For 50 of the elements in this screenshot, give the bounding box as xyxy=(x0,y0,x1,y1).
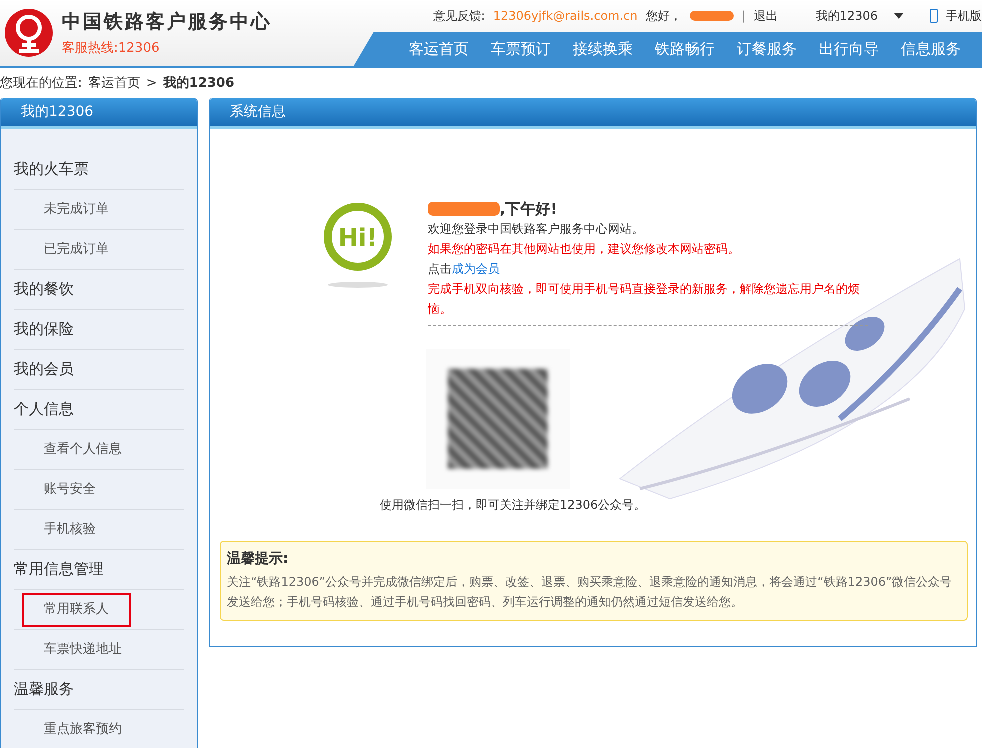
sidebar-title: 我的12306 xyxy=(1,98,197,129)
panel-title: 系统信息 xyxy=(210,98,976,129)
become-member-link[interactable]: 成为会员 xyxy=(452,262,500,276)
verify-notice: 完成手机双向核验，即可使用手机号码直接登录的新服务，解除您遗忘用户名的烦恼。 xyxy=(428,281,861,318)
nav-tab[interactable]: 订餐服务 xyxy=(726,33,808,65)
sidebar-item[interactable]: 我的保险 xyxy=(14,310,184,350)
sidebar-item[interactable]: 个人信息 xyxy=(14,390,184,430)
password-warning: 如果您的密码在其他网站也使用，建议您修改本网站密码。 xyxy=(428,241,741,258)
site-title: 中国铁路客户服务中心 xyxy=(62,10,272,35)
greeting-text: 您好， xyxy=(646,8,682,24)
railway-logo xyxy=(4,8,54,58)
breadcrumb-label: 您现在的位置: xyxy=(0,75,82,92)
sidebar-item[interactable]: 温馨服务 xyxy=(14,670,184,710)
caret-icon[interactable] xyxy=(894,13,904,19)
sidebar-item[interactable]: 我的火车票 xyxy=(14,150,184,190)
redaction-scribble xyxy=(690,11,734,21)
member-prompt: 点击 xyxy=(428,262,452,276)
sidebar-subitem[interactable]: 已完成订单 xyxy=(22,232,131,266)
mobile-link[interactable]: 手机版 xyxy=(946,8,982,24)
nav-tab[interactable]: 铁路畅行 xyxy=(644,33,726,65)
sidebar-subitem[interactable]: 重点旅客预约 xyxy=(22,712,144,746)
nav-tab[interactable]: 信息服务 xyxy=(890,33,972,65)
my-account-menu[interactable]: 我的12306 xyxy=(816,8,878,24)
logout-link[interactable]: 退出 xyxy=(754,8,778,24)
separator-text: | xyxy=(742,9,746,23)
sidebar-subitem[interactable]: 车票快递地址 xyxy=(22,632,144,666)
sidebar-subitem[interactable]: 手机核验 xyxy=(22,512,118,546)
nav-tab[interactable]: 车票预订 xyxy=(480,33,562,65)
tip-text: 关注“铁路12306”公众号并完成微信绑定后，购票、改签、退票、购买乘意险、退乘意险的通知消息，将会通过“铁路12306”微信公众号发送给您；手机号码核验、通过手机号码找回密码、列车运行调整的通知仍然通过短信发送给您。 xyxy=(227,574,954,611)
redaction-scribble xyxy=(428,202,500,216)
breadcrumb-separator: > xyxy=(146,76,158,90)
sidebar-subitem[interactable]: 账号安全 xyxy=(22,472,118,506)
breadcrumb-link[interactable]: 客运首页 xyxy=(88,74,140,92)
nav-tab[interactable]: 接续换乘 xyxy=(562,33,644,65)
sidebar-item[interactable]: 我的餐饮 xyxy=(14,270,184,310)
hotline-text: 客服热线:12306 xyxy=(62,40,161,57)
sidebar-subitem[interactable]: 未完成订单 xyxy=(22,192,131,226)
tip-title: 温馨提示: xyxy=(227,550,290,568)
welcome-text: 欢迎您登录中国铁路客户服务中心网站。 xyxy=(428,221,645,238)
qr-caption: 使用微信扫一扫，即可关注并绑定12306公众号。 xyxy=(380,497,646,514)
phone-icon xyxy=(930,9,938,23)
sidebar-subitem[interactable]: 常用联系人 xyxy=(22,592,131,626)
greeting-heading: ,下午好! xyxy=(500,199,558,219)
breadcrumb-current: 我的12306 xyxy=(163,75,235,92)
sidebar-item[interactable]: 常用信息管理 xyxy=(14,550,184,590)
feedback-label: 意见反馈: xyxy=(433,8,486,24)
sidebar-item[interactable]: 我的会员 xyxy=(14,350,184,390)
nav-tab[interactable]: 出行向导 xyxy=(808,33,890,65)
sidebar-subitem[interactable]: 查看个人信息 xyxy=(22,432,144,466)
nav-tab[interactable]: 客运首页 xyxy=(398,33,480,65)
